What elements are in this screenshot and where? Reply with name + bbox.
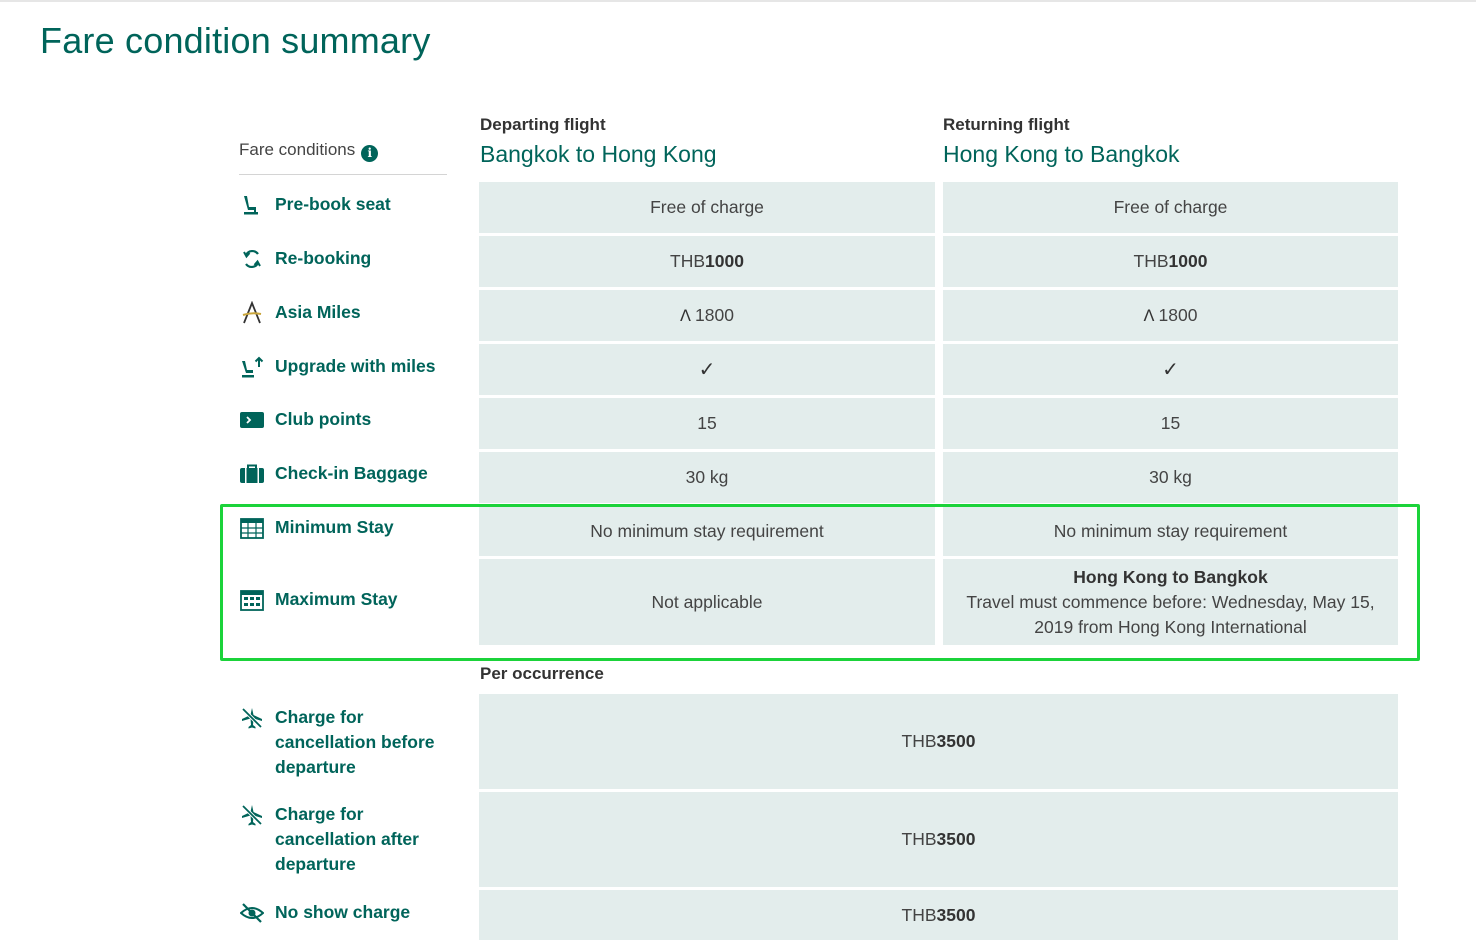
upgrade-label: Upgrade with miles [275,356,436,376]
returning-flight-label: Returning flight [943,115,1070,134]
club-points-returning: 15 [943,398,1398,449]
currency: THB [901,904,937,925]
amount: 3500 [936,829,976,849]
eye-slash-icon [240,903,264,923]
seat-icon [244,196,258,215]
baggage-label: Check-in Baggage [275,463,428,483]
cancel-after-label: Charge for cancellation after departure [275,804,419,874]
page-title: Fare condition summary [40,20,431,61]
miles-value: 1800 [1158,305,1198,325]
rebooking-departing: THB 1000 [479,236,935,287]
info-icon[interactable]: i [361,145,379,162]
maximum-stay-returning: Hong Kong to Bangkok Travel must commenc… [943,559,1398,645]
plane-cancel-icon [241,804,263,826]
fare-conditions-label: Fare conditions [239,140,356,159]
club-card-icon [240,412,264,428]
baggage-returning: 30 kg [943,452,1398,503]
asia-miles-glyph: Λ [1143,306,1155,325]
currency: THB [901,731,937,751]
rebooking-label: Re-booking [275,248,372,268]
amount: 3500 [936,731,976,751]
returning-column-header: Returning flight Hong Kong to Bangkok [943,115,1180,168]
club-points-label: Club points [275,409,372,429]
prebook-seat-departing: Free of charge [479,182,935,233]
baggage-departing: 30 kg [479,452,935,503]
prebook-seat-label: Pre-book seat [275,194,391,214]
cancel-before-charge: THB 3500 [479,694,1398,789]
refresh-icon [243,249,261,269]
departing-column-header: Departing flight Bangkok to Hong Kong [480,115,717,168]
currency: THB [901,829,937,849]
maximum-stay-route: Hong Kong to Bangkok [1073,566,1268,587]
currency: THB [1133,251,1169,271]
returning-route: Hong Kong to Bangkok [943,141,1180,167]
seat-upgrade-icon [242,356,264,378]
asia-miles-glyph: Λ [680,306,691,325]
check-icon: ✓ [698,357,716,381]
cancel-after-charge: THB 3500 [479,792,1398,887]
maximum-stay-departing: Not applicable [479,559,935,645]
fare-conditions-header: Fare conditions i [239,140,447,175]
no-show-label: No show charge [275,902,411,922]
currency: THB [670,251,706,271]
cancel-before-label: Charge for cancellation before departure [275,707,435,777]
check-icon: ✓ [1162,357,1179,381]
minimum-stay-departing: No minimum stay requirement [479,506,935,556]
miles-value: 1800 [695,305,734,325]
maximum-stay-label: Maximum Stay [275,589,398,609]
upgrade-departing: ✓ [479,344,935,395]
no-show-charge: THB 3500 [479,890,1398,940]
amount: 1000 [1168,251,1208,271]
calendar-grid-icon [240,590,264,611]
maximum-stay-text: Travel must commence before: Wednesday, … [966,591,1375,637]
asia-miles-label: Asia Miles [275,302,361,322]
prebook-seat-returning: Free of charge [943,182,1398,233]
amount: 1000 [705,251,744,271]
calendar-icon [240,518,264,539]
plane-cancel-icon [241,707,263,729]
rebooking-returning: THB 1000 [943,236,1398,287]
asia-miles-returning: Λ 1800 [943,290,1398,341]
departing-route: Bangkok to Hong Kong [480,141,717,167]
departing-flight-label: Departing flight [480,115,606,134]
suitcase-icon [240,464,264,483]
minimum-stay-returning: No minimum stay requirement [943,506,1398,556]
per-occurrence-label: Per occurrence [480,664,604,683]
asia-miles-icon [242,301,262,324]
minimum-stay-label: Minimum Stay [275,517,394,537]
club-points-departing: 15 [479,398,935,449]
top-divider [0,0,1476,2]
asia-miles-departing: Λ 1800 [479,290,935,341]
amount: 3500 [936,904,976,925]
upgrade-returning: ✓ [943,344,1398,395]
